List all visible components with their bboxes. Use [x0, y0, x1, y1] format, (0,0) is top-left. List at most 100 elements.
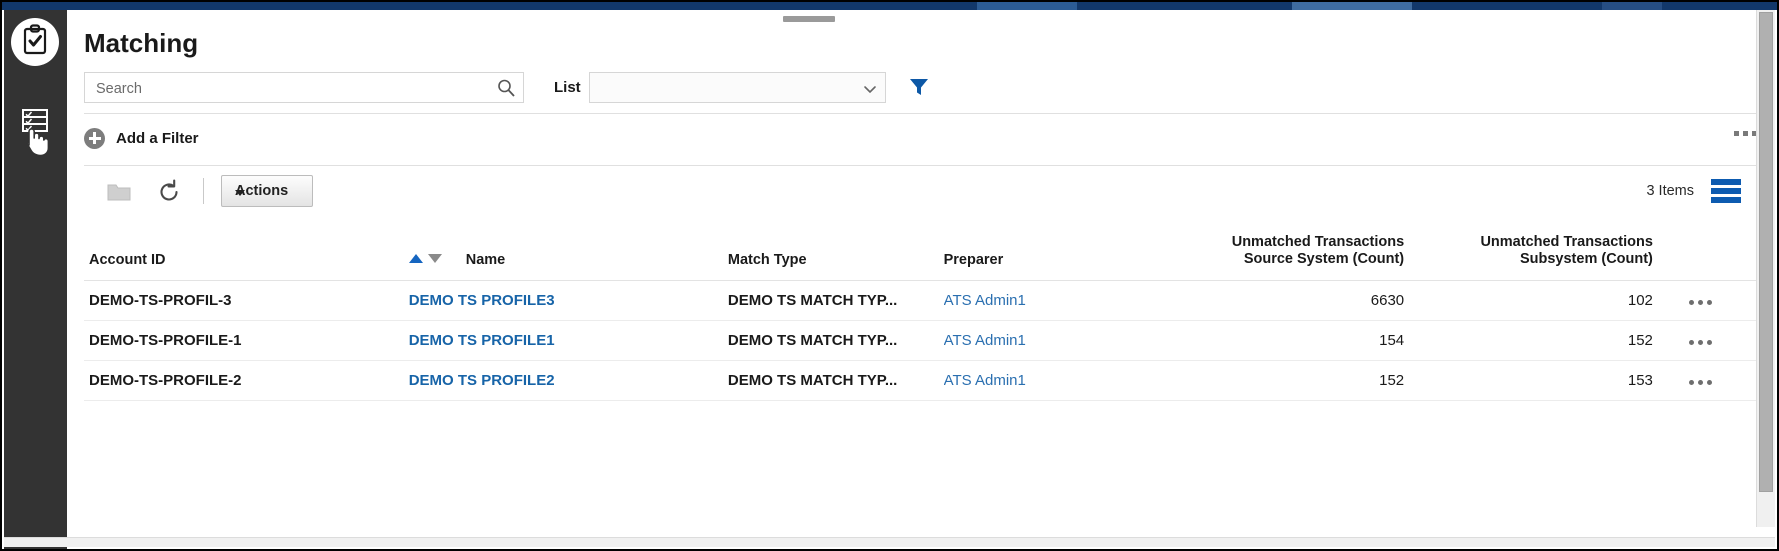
dot [1688, 380, 1694, 386]
list-select[interactable] [589, 72, 886, 103]
dot [1688, 300, 1694, 306]
cell-preparer[interactable]: ATS Admin1 [943, 320, 1172, 362]
table-row[interactable]: DEMO-TS-PROFILE-1 DEMO TS PROFILE1 DEMO … [84, 320, 1757, 362]
vertical-scrollbar[interactable] [1756, 10, 1775, 527]
list-view-icon[interactable] [1711, 179, 1741, 204]
column-header-unmatched-subsystem-line1: Unmatched Transactions [1480, 234, 1653, 250]
caret-down-icon [235, 190, 245, 196]
row-actions-icon[interactable] [1688, 380, 1712, 386]
column-header-unmatched-subsystem[interactable]: Unmatched Transactions Subsystem (Count) [1420, 224, 1669, 282]
cell-account-id: DEMO-TS-PROFILE-2 [84, 360, 409, 402]
bar [1711, 179, 1741, 185]
cell-unmatched-subsystem: 153 [1420, 360, 1669, 402]
table-row[interactable]: DEMO-TS-PROFILE-2 DEMO TS PROFILE2 DEMO … [84, 360, 1757, 402]
sort-ascending-icon[interactable] [408, 254, 423, 264]
column-header-account-id[interactable]: Account ID [84, 224, 409, 282]
add-filter-label: Add a Filter [116, 129, 199, 147]
cell-match-type: DEMO TS MATCH TYP... [727, 360, 944, 402]
sidebar-item-matching[interactable] [17, 105, 53, 141]
folder-icon[interactable] [106, 179, 132, 205]
page-title: Matching [84, 28, 199, 58]
dot [1688, 340, 1694, 346]
name-link[interactable]: DEMO TS PROFILE1 [409, 332, 555, 349]
cell-name[interactable]: DEMO TS PROFILE3 [408, 280, 728, 322]
divider [84, 113, 1757, 114]
dot [1706, 380, 1712, 386]
cell-unmatched-subsystem: 102 [1420, 280, 1669, 322]
table-toolbar: Actions 3 Items [84, 173, 1757, 217]
column-header-name[interactable]: Name [408, 224, 728, 282]
cell-unmatched-source: 154 [1171, 320, 1421, 362]
data-table: Account ID Name Match Type Preparer Unma… [84, 224, 1757, 402]
row-actions-icon[interactable] [1688, 300, 1712, 306]
cell-match-type: DEMO TS MATCH TYP... [727, 280, 944, 322]
table-body: DEMO-TS-PROFIL-3 DEMO TS PROFILE3 DEMO T… [84, 280, 1757, 402]
chevron-down-icon [863, 82, 877, 96]
refresh-icon[interactable] [156, 179, 182, 205]
actions-button[interactable]: Actions [221, 175, 313, 207]
cell-account-id: DEMO-TS-PROFILE-1 [84, 320, 409, 362]
more-options-icon[interactable] [1734, 131, 1757, 136]
dot [1734, 131, 1739, 136]
column-header-match-type[interactable]: Match Type [727, 224, 944, 282]
cell-row-menu[interactable] [1668, 360, 1757, 402]
column-header-unmatched-subsystem-line2: Subsystem (Count) [1519, 251, 1653, 268]
column-header-preparer-label: Preparer [943, 252, 1004, 269]
top-strip-segment [977, 2, 1077, 10]
cell-row-menu[interactable] [1668, 320, 1757, 362]
name-link[interactable]: DEMO TS PROFILE2 [409, 372, 555, 389]
cell-name[interactable]: DEMO TS PROFILE2 [408, 360, 728, 402]
preparer-link[interactable]: ATS Admin1 [944, 332, 1026, 349]
main-content: Matching List [67, 10, 1775, 547]
plus-circle-icon [84, 127, 105, 149]
vertical-scrollbar-thumb[interactable] [1759, 12, 1773, 492]
row-actions-icon[interactable] [1688, 340, 1712, 346]
application-window: Matching List [0, 0, 1779, 551]
search-input[interactable] [94, 73, 498, 104]
preparer-link[interactable]: ATS Admin1 [944, 292, 1026, 309]
table-row[interactable]: DEMO-TS-PROFIL-3 DEMO TS PROFILE3 DEMO T… [84, 280, 1757, 322]
column-header-row-menu [1668, 224, 1757, 282]
column-header-unmatched-source[interactable]: Unmatched Transactions Source System (Co… [1171, 224, 1421, 282]
dot [1706, 300, 1712, 306]
name-link[interactable]: DEMO TS PROFILE3 [409, 292, 555, 309]
preparer-link[interactable]: ATS Admin1 [944, 372, 1026, 389]
divider [84, 165, 1757, 166]
cell-name[interactable]: DEMO TS PROFILE1 [408, 320, 728, 362]
dot [1706, 340, 1712, 346]
matching-checklist-icon [20, 106, 50, 141]
cell-preparer[interactable]: ATS Admin1 [943, 360, 1172, 402]
bar [1711, 197, 1741, 203]
search-box[interactable] [84, 72, 524, 104]
search-icon[interactable] [496, 78, 516, 98]
cell-account-id: DEMO-TS-PROFIL-3 [84, 280, 409, 322]
window-drag-handle[interactable] [783, 16, 835, 22]
horizontal-scrollbar[interactable] [4, 537, 1775, 547]
column-header-name-label: Name [465, 252, 506, 269]
column-header-account-id-label: Account ID [89, 252, 166, 269]
add-filter-button[interactable]: Add a Filter [84, 122, 199, 154]
cell-preparer[interactable]: ATS Admin1 [943, 280, 1172, 322]
items-count: 3 Items [1646, 183, 1694, 199]
column-header-preparer[interactable]: Preparer [943, 224, 1172, 282]
list-label: List [554, 79, 581, 96]
bar [1711, 188, 1741, 194]
dot [1743, 131, 1748, 136]
column-header-unmatched-source-line2: Source System (Count) [1243, 251, 1405, 268]
column-header-unmatched-source-line1: Unmatched Transactions [1231, 234, 1405, 250]
clipboard-check-icon [20, 23, 50, 61]
cell-unmatched-source: 6630 [1171, 280, 1421, 322]
dot [1697, 340, 1703, 346]
cell-unmatched-source: 152 [1171, 360, 1421, 402]
filter-funnel-icon[interactable] [908, 76, 930, 98]
app-logo-badge [11, 18, 59, 66]
toolbar-separator [203, 178, 204, 204]
column-header-match-type-label: Match Type [727, 252, 807, 269]
dot [1697, 300, 1703, 306]
cell-row-menu[interactable] [1668, 280, 1757, 322]
dot [1697, 380, 1703, 386]
sort-descending-icon[interactable] [427, 254, 442, 264]
search-toolbar: List [84, 72, 1757, 106]
sort-controls[interactable] [408, 254, 442, 264]
window-top-strip [2, 2, 1777, 10]
